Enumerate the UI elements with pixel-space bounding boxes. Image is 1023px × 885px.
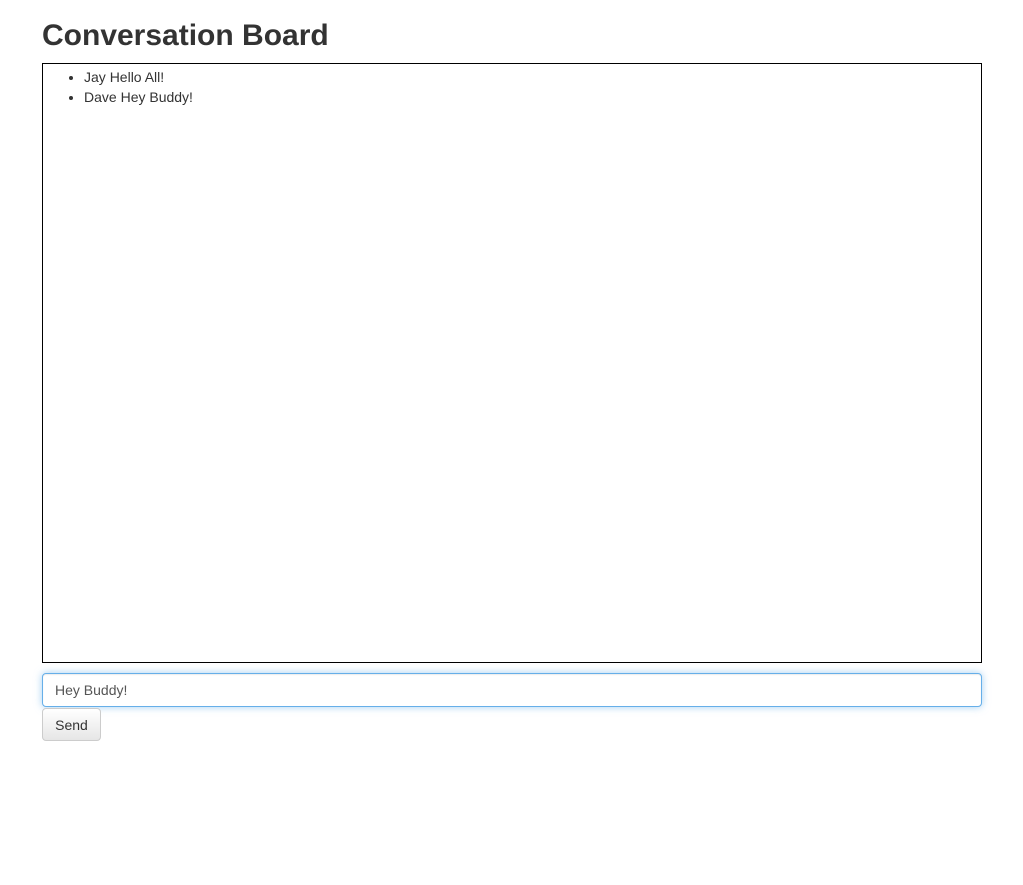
message-author: Dave [84, 89, 117, 105]
message-text: Hey Buddy! [120, 89, 193, 105]
message-list: JayHello All! DaveHey Buddy! [43, 64, 981, 107]
message-author: Jay [84, 69, 106, 85]
send-button[interactable]: Send [42, 708, 101, 741]
page-container: Conversation Board JayHello All! DaveHey… [42, 0, 982, 741]
conversation-board: JayHello All! DaveHey Buddy! [42, 63, 982, 663]
message-input[interactable] [42, 673, 982, 707]
list-item: DaveHey Buddy! [84, 87, 981, 107]
message-text: Hello All! [109, 69, 165, 85]
list-item: JayHello All! [84, 67, 981, 87]
page-title: Conversation Board [42, 19, 329, 52]
